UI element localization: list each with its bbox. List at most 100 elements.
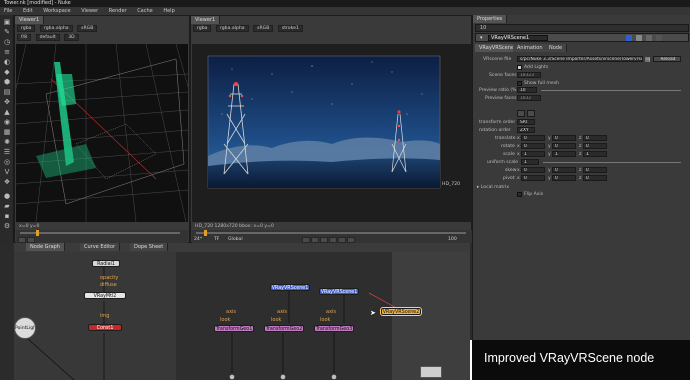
fps-select[interactable]: 24*	[194, 237, 202, 242]
skew-x-field[interactable]: 0	[521, 167, 545, 173]
channels-select[interactable]: rgba	[193, 25, 212, 32]
filter-icon[interactable]: ◆	[3, 69, 11, 76]
viewport-2d[interactable]: HD_720	[192, 44, 472, 222]
colorspace-select[interactable]: sRGB	[253, 25, 274, 32]
menu-render[interactable]: Render	[109, 8, 127, 14]
tab-properties[interactable]: Properties	[473, 15, 508, 23]
transform-order-select[interactable]: SRT	[517, 119, 535, 125]
node-vrscene-2[interactable]: VRayVRScene1	[319, 288, 359, 295]
viewport-3d[interactable]	[16, 44, 188, 222]
pivot-y-field[interactable]: 0	[552, 175, 576, 181]
node-vrscene-selected[interactable]: VRayVRScene2	[381, 308, 421, 315]
image-icon[interactable]: ▣	[3, 19, 11, 26]
scale-z-field[interactable]: 1	[583, 151, 607, 157]
camera-icon[interactable]: ▰	[3, 203, 11, 210]
transform-icon[interactable]: ✥	[3, 99, 11, 106]
translate-z-field[interactable]: 0	[583, 135, 607, 141]
help-icon[interactable]	[636, 35, 642, 41]
show-full-mesh-checkbox[interactable]	[517, 81, 522, 86]
menu-file[interactable]: File	[4, 8, 12, 14]
toolsets-icon[interactable]: ☰	[3, 149, 11, 156]
playhead[interactable]	[204, 230, 207, 236]
node-transformgeo-2[interactable]: TransformGeo2	[264, 325, 304, 332]
lock-icon[interactable]: ▪	[3, 213, 11, 220]
translate-y-field[interactable]: 0	[552, 135, 576, 141]
layer-select[interactable]: rgba.alpha	[39, 25, 73, 32]
node-constant[interactable]: Const1	[88, 324, 122, 331]
menu-help[interactable]: Help	[163, 8, 174, 14]
skew-y-field[interactable]: 0	[552, 167, 576, 173]
float-icon[interactable]	[646, 35, 652, 41]
node-graph-panel[interactable]: Node Graph Curve Editor Dope Sheet Radia…	[14, 243, 470, 380]
channel-icon[interactable]: ≡	[3, 49, 11, 56]
node-vrscene-1[interactable]: VRayVRScene1	[270, 284, 310, 291]
lut-select[interactable]: default	[35, 34, 60, 41]
vrscene-file-field[interactable]: s/pc/Nuke 3.3/Scene Importer/Assets/vrsc…	[517, 56, 643, 62]
rotation-order-select[interactable]: ZXY	[517, 127, 535, 133]
tab-viewer-2d[interactable]: Viewer1	[191, 16, 221, 24]
metadata-icon[interactable]: ▦	[3, 129, 11, 136]
vray-icon[interactable]: V	[3, 169, 11, 176]
node-vraymtl[interactable]: VRayMtl2	[84, 292, 126, 299]
color-icon[interactable]: ◐	[3, 59, 11, 66]
global-select[interactable]: Global	[228, 237, 243, 242]
add-lights-checkbox[interactable]	[517, 65, 522, 70]
rotate-x-field[interactable]: 0	[521, 143, 545, 149]
node-pointlight[interactable]: PointLight	[14, 317, 36, 339]
folder-icon[interactable]: ▤	[645, 56, 651, 63]
node-transformgeo-3[interactable]: TransformGeo3	[314, 325, 354, 332]
tf-select[interactable]: TF	[214, 237, 219, 242]
node-transformgeo-1[interactable]: TransformGeo1	[214, 325, 254, 332]
scale-x-field[interactable]: 1	[521, 151, 545, 157]
other-icon[interactable]: ◎	[3, 159, 11, 166]
preview-ratio-slider[interactable]	[541, 90, 681, 91]
node-name-field[interactable]: VRayVRScene1	[488, 35, 548, 41]
keyer-icon[interactable]: ⬢	[3, 79, 11, 86]
rotate-z-field[interactable]: 0	[583, 143, 607, 149]
navigator-thumbnail[interactable]	[420, 366, 442, 378]
eye-icon[interactable]: ●	[3, 193, 11, 200]
merge-icon[interactable]: ▤	[3, 89, 11, 96]
reload-button[interactable]: Reload	[653, 56, 681, 62]
node-radial[interactable]: Radial1	[92, 260, 120, 267]
settings-icon[interactable]: ⚙	[3, 223, 11, 230]
translate-x-field[interactable]: 0	[521, 135, 545, 141]
close-icon[interactable]	[656, 35, 662, 41]
scale-y-field[interactable]: 1	[552, 151, 576, 157]
playhead[interactable]	[36, 230, 39, 236]
gain-field[interactable]: f/8	[17, 34, 32, 41]
views-icon[interactable]: ◉	[3, 119, 11, 126]
menu-workspace[interactable]: Workspace	[43, 8, 70, 14]
pivot-x-field[interactable]: 0	[521, 175, 545, 181]
channels-select[interactable]: rgba	[17, 25, 36, 32]
tab-node[interactable]: Node	[545, 44, 568, 52]
uniform-scale-slider[interactable]	[543, 162, 681, 163]
pivot-handle-icon[interactable]	[527, 110, 535, 117]
particles-icon[interactable]: ✺	[3, 139, 11, 146]
color-swatch[interactable]	[626, 35, 632, 41]
view-mode-select[interactable]: 3D	[64, 34, 79, 41]
pivot-z-field[interactable]: 0	[583, 175, 607, 181]
3d-icon[interactable]: ▲	[3, 109, 11, 116]
skew-z-field[interactable]: 0	[583, 167, 607, 173]
input-select[interactable]: stroke1	[277, 25, 303, 32]
time-icon[interactable]: ◷	[3, 39, 11, 46]
transform-handle-icon[interactable]	[517, 110, 525, 117]
menu-cache[interactable]: Cache	[137, 8, 153, 14]
tab-viewer-3d[interactable]: Viewer1	[15, 16, 45, 24]
rotate-y-field[interactable]: 0	[552, 143, 576, 149]
menu-edit[interactable]: Edit	[23, 8, 33, 14]
end-frame-field[interactable]: 100	[448, 237, 457, 242]
preview-ratio-field[interactable]: 10	[517, 87, 537, 93]
flip-axis-label: Flip Axis	[524, 192, 544, 197]
collapse-icon[interactable]: ▾	[480, 34, 483, 42]
local-matrix-expander[interactable]: ▸ Local matrix	[477, 185, 509, 190]
uniform-scale-field[interactable]: 1	[521, 159, 539, 165]
tab-animation[interactable]: Animation	[513, 44, 548, 52]
menu-viewer[interactable]: Viewer	[81, 8, 98, 14]
layer-select[interactable]: rgba.alpha	[215, 25, 249, 32]
furnace-icon[interactable]: ❖	[3, 179, 11, 186]
flip-axis-checkbox[interactable]	[517, 192, 522, 197]
draw-icon[interactable]: ✎	[3, 29, 11, 36]
colorspace-select[interactable]: sRGB	[77, 25, 98, 32]
